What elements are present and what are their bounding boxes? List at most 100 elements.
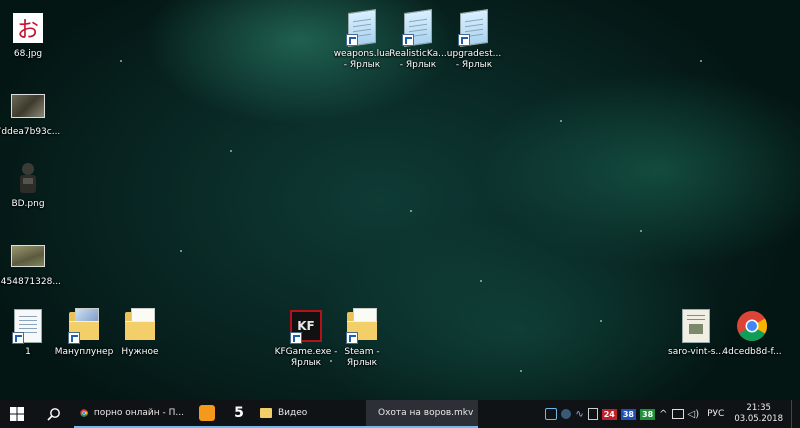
icon-label: 1454871328... xyxy=(0,277,61,287)
system-tray: ∿ 24 38 38 ^ ◁) РУС 21:35 03.05.2018 xyxy=(545,400,800,428)
document-image-icon xyxy=(678,308,714,344)
image-file-icon xyxy=(10,238,46,274)
shortcut-arrow-icon xyxy=(458,34,470,46)
folder-back xyxy=(125,308,155,340)
game-icon: KF xyxy=(288,308,324,344)
network-icon[interactable] xyxy=(671,409,684,419)
kana-thumbnail: お xyxy=(13,13,43,43)
star xyxy=(120,60,122,62)
chrome-icon xyxy=(734,308,770,344)
badge-38-green[interactable]: 38 xyxy=(640,408,656,420)
taskbar-task-video-folder[interactable]: Видео xyxy=(254,400,366,428)
task-label: порно онлайн - П... xyxy=(93,408,184,418)
folder-icon xyxy=(66,308,102,344)
desktop-icon-1454871328[interactable]: 1454871328... xyxy=(0,238,66,288)
folder-icon xyxy=(344,308,380,344)
image-file-icon xyxy=(10,88,46,124)
taskbar-task-uc-browser[interactable] xyxy=(190,400,224,428)
clock-date: 03.05.2018 xyxy=(734,414,783,424)
text-line xyxy=(353,23,371,28)
badge-38-blue[interactable]: 38 xyxy=(620,408,636,420)
chrome-icon xyxy=(80,409,88,417)
text-line xyxy=(353,28,371,33)
shortcut-arrow-icon xyxy=(12,332,24,344)
text-line xyxy=(19,320,37,321)
text-line xyxy=(687,315,705,316)
shortcut-arrow-icon xyxy=(68,332,80,344)
app-tray-icon[interactable] xyxy=(545,408,558,420)
text-line xyxy=(409,28,427,33)
icon-label: Steam - Ярлык xyxy=(344,347,380,368)
search-button[interactable] xyxy=(34,400,74,428)
star xyxy=(640,230,642,232)
volume-icon[interactable]: ◁) xyxy=(688,409,700,420)
star xyxy=(700,60,702,62)
star xyxy=(560,120,562,122)
notepad-icon xyxy=(456,9,492,47)
star xyxy=(180,250,182,252)
text-line xyxy=(409,23,427,28)
document-icon xyxy=(10,308,46,344)
clock[interactable]: 21:35 03.05.2018 xyxy=(734,403,783,425)
icon-label: 1 xyxy=(25,347,31,357)
text-line xyxy=(687,319,705,320)
chevron-up-icon[interactable]: ^ xyxy=(659,409,667,420)
text-line xyxy=(409,18,427,23)
language-indicator[interactable]: РУС xyxy=(707,409,724,419)
desktop-icon-upgradest[interactable]: upgradest... - Ярлык xyxy=(436,9,512,71)
image-file-icon xyxy=(10,160,46,196)
text-line xyxy=(465,23,483,28)
shortcut-arrow-icon xyxy=(290,332,302,344)
activity-tray-icon[interactable]: ∿ xyxy=(575,409,583,420)
character-thumbnail xyxy=(20,163,36,193)
icon-label: 68.jpg xyxy=(13,49,43,59)
text-line xyxy=(465,28,483,33)
uc-browser-icon xyxy=(199,405,215,421)
shortcut-arrow-icon xyxy=(402,34,414,46)
folder-icon xyxy=(122,308,158,344)
taskbar-task-channel-5[interactable]: 5 xyxy=(224,400,254,428)
text-line xyxy=(19,324,37,325)
clock-time: 21:35 xyxy=(746,403,771,413)
taskbar-task-media-player[interactable]: Охота на воров.mkv xyxy=(366,400,478,428)
star xyxy=(480,280,482,282)
icon-label: BD.png xyxy=(11,199,45,209)
document-page xyxy=(682,309,710,343)
steam-tray-icon[interactable] xyxy=(561,409,572,419)
channel-5-icon: 5 xyxy=(234,405,244,421)
image-file-icon: お xyxy=(10,10,46,46)
folder-icon xyxy=(260,408,272,418)
task-label: Охота на воров.mkv xyxy=(378,408,474,418)
show-desktop-button[interactable] xyxy=(791,400,796,428)
notepad-icon xyxy=(400,9,436,47)
desktop-icon-bd-png[interactable]: BD.png xyxy=(0,160,66,210)
shortcut-arrow-icon xyxy=(346,332,358,344)
star xyxy=(520,370,522,372)
start-button[interactable] xyxy=(0,400,34,428)
desktop-icon-steam-shortcut[interactable]: Steam - Ярлык xyxy=(324,308,400,369)
shortcut-arrow-icon xyxy=(346,34,358,46)
icon-label: 4dcedb8d-f... xyxy=(722,347,782,357)
photo-thumbnail xyxy=(11,245,45,267)
taskbar-task-chrome[interactable]: порно онлайн - П... xyxy=(74,400,190,428)
desktop-icon-7ddea7b93c[interactable]: 7ddea7b93c... xyxy=(0,88,66,138)
text-line xyxy=(19,328,37,329)
windows-logo-icon xyxy=(10,407,24,421)
page-figure xyxy=(689,324,703,334)
task-label: Видео xyxy=(278,408,308,418)
desktop[interactable]: お 68.jpg 7ddea7b93c... BD.png 1454871328… xyxy=(0,0,800,400)
device-tray-icon[interactable] xyxy=(587,408,598,420)
star xyxy=(600,320,602,322)
desktop-icon-68-jpg[interactable]: お 68.jpg xyxy=(0,10,66,60)
star xyxy=(410,210,412,212)
search-icon xyxy=(47,408,60,421)
text-line xyxy=(353,18,371,23)
badge-24[interactable]: 24 xyxy=(601,408,617,420)
icon-label: upgradest... - Ярлык xyxy=(446,49,502,70)
notepad-icon xyxy=(344,9,380,47)
text-line xyxy=(19,316,37,317)
text-line xyxy=(465,18,483,23)
desktop-icon-4dcedb8d[interactable]: 4dcedb8d-f... xyxy=(714,308,790,358)
desktop-icon-nuzhnoe[interactable]: Нужное xyxy=(102,308,178,358)
icon-label: 7ddea7b93c... xyxy=(0,127,61,137)
